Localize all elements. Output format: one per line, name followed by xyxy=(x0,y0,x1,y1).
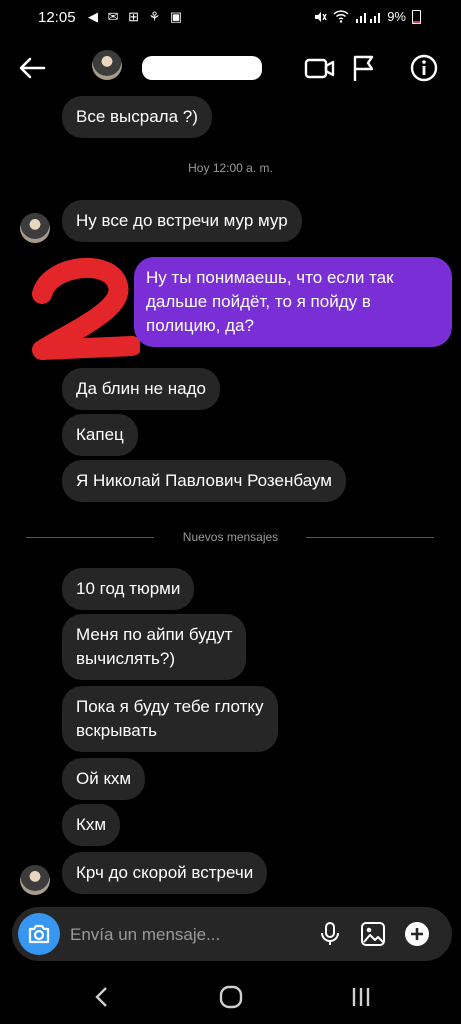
message-bubble[interactable]: Ну все до встречи мур мур xyxy=(62,200,302,242)
status-time: 12:05 xyxy=(38,9,76,26)
sent-message-bubble[interactable]: Ну ты понимаешь, что если так дальше пой… xyxy=(134,257,452,347)
divider-line-right xyxy=(306,537,434,538)
microphone-icon[interactable] xyxy=(316,920,344,948)
video-call-icon[interactable] xyxy=(302,50,338,86)
system-nav-bar xyxy=(0,970,461,1024)
annotation-number-2 xyxy=(32,257,140,360)
nav-recents-icon[interactable] xyxy=(341,982,381,1012)
mute-icon xyxy=(315,11,327,22)
camera-button[interactable] xyxy=(18,913,60,955)
message-bubble[interactable]: Я Николай Павлович Розенбаум xyxy=(62,460,346,502)
message-composer xyxy=(12,907,452,961)
message-bubble[interactable]: Да блин не надо xyxy=(62,368,220,410)
back-arrow-icon[interactable] xyxy=(14,50,50,86)
timestamp: Hoy 12:00 a. m. xyxy=(188,161,273,175)
battery-icon xyxy=(412,9,421,24)
status-bar: 12:05 ◀ ✉ ⊞ ⚘ ▣ 9% xyxy=(0,0,461,34)
contact-avatar[interactable] xyxy=(92,50,122,80)
message-bubble[interactable]: Капец xyxy=(62,414,138,456)
nav-back-icon[interactable] xyxy=(82,982,122,1012)
message-bubble[interactable]: Крч до скорой встречи xyxy=(62,852,268,894)
battery-percent: 9% xyxy=(387,9,406,24)
message-bubble[interactable]: Все высрала ?) xyxy=(62,96,212,138)
signal-icon xyxy=(356,13,381,23)
message-bubble[interactable]: Меня по айпи будут вычислять?) xyxy=(62,614,247,680)
flag-icon[interactable] xyxy=(346,50,382,86)
gallery-icon[interactable] xyxy=(359,920,387,948)
add-icon[interactable] xyxy=(403,920,431,948)
sender-avatar[interactable] xyxy=(20,213,50,243)
wifi-icon xyxy=(333,10,349,23)
message-bubble[interactable]: Ой кхм xyxy=(62,758,146,800)
message-bubble[interactable]: 10 год тюрми xyxy=(62,568,195,610)
info-icon[interactable] xyxy=(406,50,442,86)
contact-name-redacted[interactable] xyxy=(142,56,262,80)
sender-avatar[interactable] xyxy=(20,865,50,895)
chat-header xyxy=(0,42,461,94)
message-bubble[interactable]: Пока я буду тебе глотку вскрывать xyxy=(62,686,278,752)
message-bubble[interactable]: Кхм xyxy=(62,804,121,846)
camera-icon xyxy=(28,924,50,944)
message-input[interactable] xyxy=(68,920,302,950)
nav-home-icon[interactable] xyxy=(211,982,251,1012)
status-right: 9% xyxy=(313,9,421,24)
notification-icons: ◀ ✉ ⊞ ⚘ ▣ xyxy=(88,9,186,24)
